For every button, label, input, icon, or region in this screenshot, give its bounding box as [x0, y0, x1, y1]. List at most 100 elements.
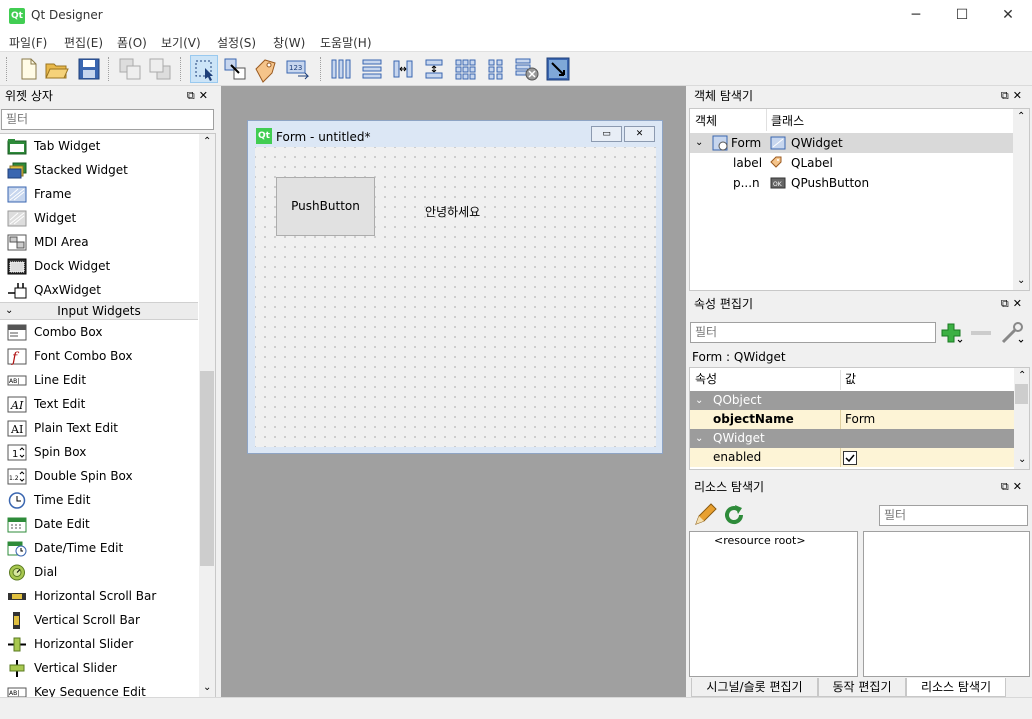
- widget-double-spin-box[interactable]: 1.2 Double Spin Box: [0, 464, 198, 488]
- scroll-down-icon[interactable]: ⌄: [203, 682, 211, 693]
- edit-widgets-icon[interactable]: [190, 55, 218, 83]
- float-dock-icon[interactable]: ⧉: [187, 89, 199, 102]
- add-dynamic-property-icon[interactable]: [940, 322, 964, 344]
- resource-list[interactable]: [863, 531, 1030, 677]
- layout-form-icon[interactable]: [482, 55, 510, 83]
- close-dock-icon[interactable]: ✕: [199, 89, 212, 102]
- edit-buddies-icon[interactable]: [252, 55, 280, 83]
- menu-file[interactable]: 파일(F): [9, 34, 47, 51]
- column-header-value[interactable]: 값: [845, 370, 856, 389]
- minimize-button[interactable]: ─: [893, 0, 939, 31]
- maximize-button[interactable]: ☐: [939, 0, 985, 31]
- menu-edit[interactable]: 편집(E): [64, 34, 103, 51]
- float-dock-icon[interactable]: ⧉: [1001, 480, 1013, 493]
- close-dock-icon[interactable]: ✕: [1013, 297, 1026, 310]
- enabled-checkbox[interactable]: [843, 451, 857, 465]
- widget-horizontal-slider[interactable]: Horizontal Slider: [0, 632, 198, 656]
- widget-widget[interactable]: Widget: [0, 206, 198, 230]
- column-header-object[interactable]: 객체: [695, 112, 717, 129]
- widget-vertical-scroll-bar[interactable]: Vertical Scroll Bar: [0, 608, 198, 632]
- menu-view[interactable]: 보기(V): [161, 34, 201, 51]
- new-file-icon[interactable]: [14, 55, 42, 83]
- menu-settings[interactable]: 설정(S): [217, 34, 256, 51]
- resource-tree[interactable]: <resource root>: [689, 531, 858, 677]
- form-push-button[interactable]: PushButton: [276, 177, 375, 236]
- form-close-button[interactable]: ✕: [624, 126, 655, 142]
- widget-datetime-edit[interactable]: Date/Time Edit: [0, 536, 198, 560]
- open-folder-icon[interactable]: [43, 55, 71, 83]
- widget-box-scrollbar[interactable]: ⌃ ⌄: [199, 134, 215, 697]
- widget-stacked-widget[interactable]: Stacked Widget: [0, 158, 198, 182]
- form-minimize-button[interactable]: ▭: [591, 126, 622, 142]
- close-dock-icon[interactable]: ✕: [1013, 480, 1026, 493]
- bring-to-front-icon[interactable]: [146, 55, 174, 83]
- send-to-back-icon[interactable]: [116, 55, 144, 83]
- scroll-up-icon[interactable]: ⌃: [203, 136, 211, 147]
- tab-signal-slot-editor[interactable]: 시그널/슬롯 편집기: [691, 678, 818, 697]
- category-input-widgets[interactable]: ⌄ Input Widgets: [0, 302, 198, 320]
- scroll-up-icon[interactable]: ⌃: [1017, 111, 1025, 122]
- reload-icon[interactable]: [722, 503, 746, 527]
- scroll-thumb[interactable]: [200, 371, 214, 566]
- property-value[interactable]: Form: [845, 410, 875, 429]
- widget-combo-box[interactable]: Combo Box: [0, 320, 198, 344]
- adjust-size-icon[interactable]: [544, 55, 572, 83]
- widget-frame[interactable]: Frame: [0, 182, 198, 206]
- close-button[interactable]: ✕: [985, 0, 1031, 31]
- menu-form[interactable]: 폼(O): [117, 34, 147, 51]
- float-dock-icon[interactable]: ⧉: [1001, 297, 1013, 310]
- widget-key-sequence-edit[interactable]: AB| Key Sequence Edit: [0, 680, 198, 697]
- remove-dynamic-property-icon[interactable]: [969, 322, 993, 344]
- resource-filter-input[interactable]: 필터: [879, 505, 1028, 526]
- widget-plain-text-edit[interactable]: AI Plain Text Edit: [0, 416, 198, 440]
- property-group-qobject[interactable]: ⌄ QObject: [690, 391, 1014, 410]
- scroll-up-icon[interactable]: ⌃: [1018, 370, 1026, 381]
- property-group-qwidget[interactable]: ⌄ QWidget: [690, 429, 1014, 448]
- edit-signals-slots-icon[interactable]: [221, 55, 249, 83]
- column-header-property[interactable]: 속성: [695, 370, 717, 389]
- save-icon[interactable]: [75, 55, 103, 83]
- property-filter-input[interactable]: 필터: [690, 322, 936, 343]
- widget-dock-widget[interactable]: Dock Widget: [0, 254, 198, 278]
- widget-mdi-area[interactable]: MDI Area: [0, 230, 198, 254]
- menu-help[interactable]: 도움말(H): [320, 34, 372, 51]
- widget-qaxwidget[interactable]: QAxWidget: [0, 278, 198, 302]
- configure-wrench-icon[interactable]: [999, 320, 1027, 346]
- scroll-thumb[interactable]: [1015, 384, 1028, 404]
- float-dock-icon[interactable]: ⧉: [1001, 89, 1013, 102]
- widget-line-edit[interactable]: AB| Line Edit: [0, 368, 198, 392]
- edit-resources-pencil-icon[interactable]: [693, 503, 717, 527]
- object-inspector-scrollbar[interactable]: ⌃ ⌄: [1013, 109, 1029, 290]
- widget-font-combo-box[interactable]: f Font Combo Box: [0, 344, 198, 368]
- widget-vertical-slider[interactable]: Vertical Slider: [0, 656, 198, 680]
- widget-tab-widget[interactable]: Tab Widget: [0, 134, 198, 158]
- tab-resource-browser[interactable]: 리소스 탐색기: [906, 678, 1006, 697]
- menu-window[interactable]: 창(W): [273, 34, 305, 51]
- tree-row-form[interactable]: ⌄ Form QWidget: [690, 133, 1013, 153]
- tab-action-editor[interactable]: 동작 편집기: [818, 678, 906, 697]
- tree-row-pushbutton[interactable]: p...n OK QPushButton: [690, 173, 1013, 193]
- break-layout-icon[interactable]: [513, 55, 541, 83]
- widget-box-filter-input[interactable]: 필터: [1, 109, 214, 130]
- widget-spin-box[interactable]: 1 Spin Box: [0, 440, 198, 464]
- layout-grid-icon[interactable]: [451, 55, 479, 83]
- layout-horizontal-icon[interactable]: [327, 55, 355, 83]
- form-label[interactable]: 안녕하세요: [425, 203, 480, 220]
- tree-row-label[interactable]: label QLabel: [690, 153, 1013, 173]
- property-row-enabled[interactable]: enabled: [690, 448, 1014, 467]
- column-header-class[interactable]: 클래스: [771, 112, 804, 129]
- widget-text-edit[interactable]: AI Text Edit: [0, 392, 198, 416]
- property-table-scrollbar[interactable]: ⌃ ⌄: [1014, 368, 1029, 469]
- close-dock-icon[interactable]: ✕: [1013, 89, 1026, 102]
- scroll-down-icon[interactable]: ⌄: [1018, 454, 1026, 465]
- layout-h-splitter-icon[interactable]: [389, 55, 417, 83]
- widget-date-edit[interactable]: Date Edit: [0, 512, 198, 536]
- widget-horizontal-scroll-bar[interactable]: Horizontal Scroll Bar: [0, 584, 198, 608]
- property-row-objectname[interactable]: objectName Form: [690, 410, 1014, 429]
- scroll-down-icon[interactable]: ⌄: [1017, 275, 1025, 286]
- edit-tab-order-icon[interactable]: 123: [284, 55, 312, 83]
- widget-time-edit[interactable]: Time Edit: [0, 488, 198, 512]
- layout-v-splitter-icon[interactable]: [420, 55, 448, 83]
- layout-vertical-icon[interactable]: [358, 55, 386, 83]
- widget-dial[interactable]: Dial: [0, 560, 198, 584]
